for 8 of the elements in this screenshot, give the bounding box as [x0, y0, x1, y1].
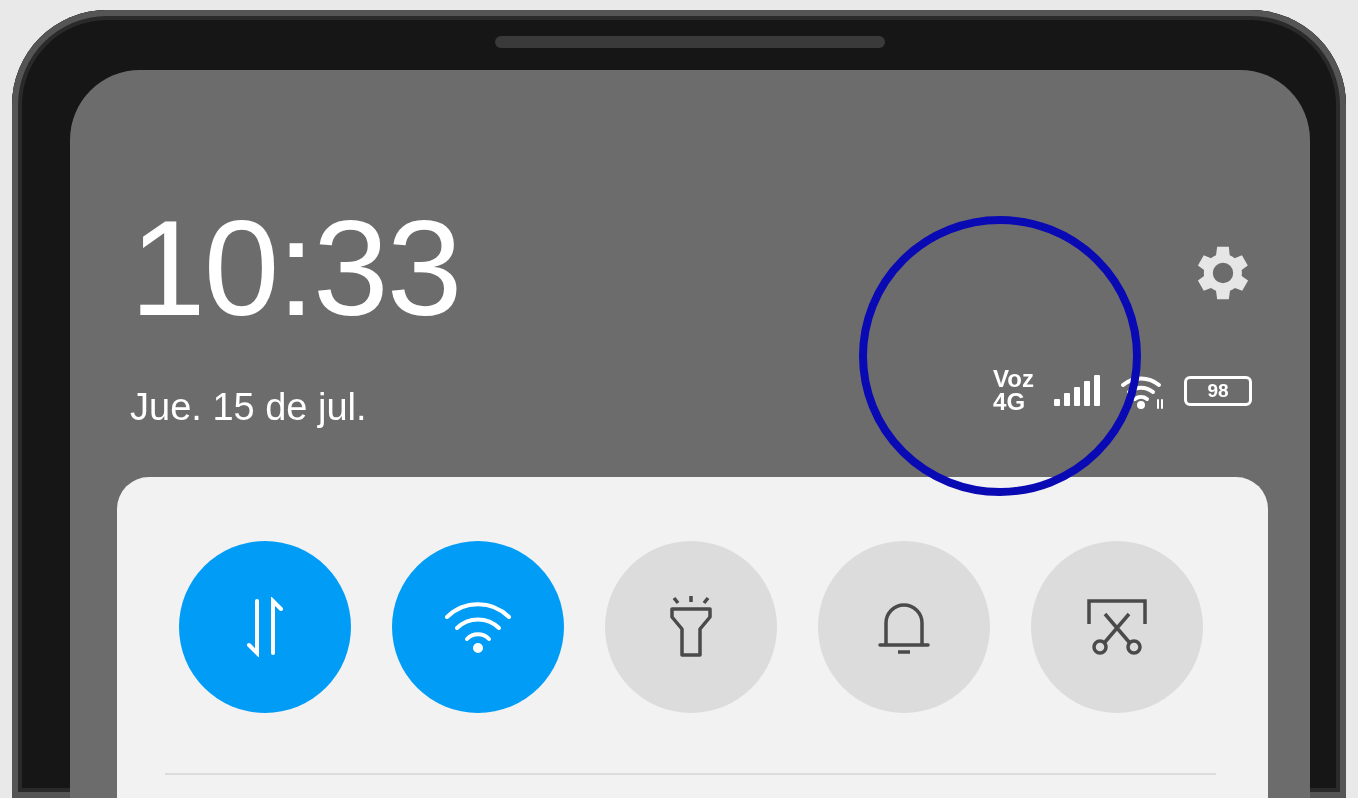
wifi-icon [443, 601, 513, 653]
network-type: 4G [993, 390, 1027, 414]
network-label: Voz [993, 368, 1034, 391]
screenshot-scissors-icon [1085, 598, 1149, 656]
clock-time: 10:33 [130, 200, 461, 336]
signal-icon [1054, 374, 1100, 407]
battery-icon: 98 [1184, 375, 1252, 406]
date-text: Jue. 15 de jul. [130, 386, 368, 429]
